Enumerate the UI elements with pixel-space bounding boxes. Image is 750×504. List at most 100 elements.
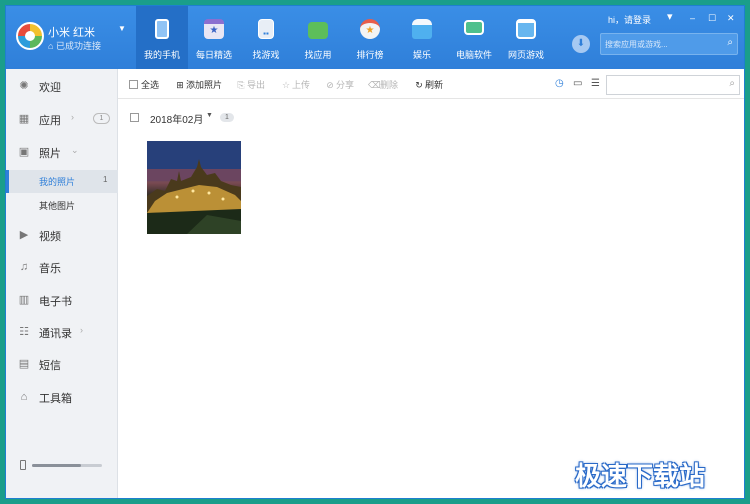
nav-label: 排行榜 xyxy=(356,50,384,60)
monitor-icon xyxy=(464,20,484,35)
close-button[interactable]: ✕ xyxy=(727,13,735,24)
device-name: 小米 红米 xyxy=(48,27,96,39)
search-icon[interactable]: ⌕ xyxy=(729,78,735,89)
folder-icon[interactable]: ▭ xyxy=(573,78,582,89)
nav-label: 找应用 xyxy=(304,50,332,60)
caret-down-icon[interactable]: ▼ xyxy=(206,112,213,119)
sidebar-item-contacts[interactable]: ☷ 通讯录 › xyxy=(6,317,118,347)
minimize-button[interactable]: – xyxy=(690,13,695,23)
share-button[interactable]: ⊘ 分享 xyxy=(324,78,354,91)
list-view-icon[interactable]: ☰ xyxy=(591,78,600,89)
add-photo-button[interactable]: ⊞ 添加照片 xyxy=(174,78,222,91)
sidebar: ✺ 欢迎 ▦ 应用 › 1 ▣ 照片 ⌄ 我的照片 1 其他图片 ▶ 视频 ♫ … xyxy=(6,69,118,498)
sidebar-subitem-label: 其他图片 xyxy=(39,201,76,211)
menu-icon[interactable]: ▾ xyxy=(667,10,673,23)
sidebar-item-apps[interactable]: ▦ 应用 › 1 xyxy=(6,104,118,134)
photo-thumbnail[interactable] xyxy=(147,141,241,234)
nav-my-phone[interactable]: 我的手机 xyxy=(136,6,188,69)
sidebar-item-ebook[interactable]: ▥ 电子书 xyxy=(6,285,118,315)
photo-icon: ▣ xyxy=(18,146,30,158)
photo-search-input[interactable] xyxy=(610,78,718,92)
sidebar-item-welcome[interactable]: ✺ 欢迎 xyxy=(6,71,118,101)
search-icon[interactable]: ⌕ xyxy=(727,37,733,48)
sidebar-item-label: 工具箱 xyxy=(39,393,72,405)
upload-button[interactable]: ☆ 上传 xyxy=(280,78,310,91)
top-bar: 小米 红米 ⌂ 已成功连接 ▼ 我的手机 ★ 每日精选 ▪▪ 找游戏 找应用 ★ xyxy=(6,6,744,69)
login-link[interactable]: hi，请登录 xyxy=(608,13,651,26)
app-window: 小米 红米 ⌂ 已成功连接 ▼ 我的手机 ★ 每日精选 ▪▪ 找游戏 找应用 ★ xyxy=(5,5,745,499)
sidebar-item-label: 通讯录 xyxy=(39,328,72,340)
nav-label: 娱乐 xyxy=(412,50,431,60)
plus-icon: ⊞ xyxy=(176,80,184,90)
calendar-star-icon: ★ xyxy=(204,19,224,39)
device-logo-icon xyxy=(16,22,44,50)
device-switcher[interactable]: 小米 红米 ⌂ 已成功连接 ▼ xyxy=(6,6,136,69)
photo-toolbar: 全选 ⊞添加照片 ⎘导出 ☆上传 ⊘分享 ⌫删除 ↻刷新 ◷ ▭ ☰ xyxy=(118,69,744,99)
star-icon: ☆ xyxy=(281,80,291,90)
nav-daily-picks[interactable]: ★ 每日精选 xyxy=(188,6,240,69)
download-icon[interactable]: ⬇ xyxy=(572,35,590,53)
sidebar-item-label: 视频 xyxy=(39,231,61,243)
slider-track[interactable] xyxy=(32,464,102,467)
sidebar-item-label: 短信 xyxy=(39,360,61,372)
music-icon: ♫ xyxy=(19,261,29,273)
chevron-right-icon: › xyxy=(80,325,83,335)
clock-icon[interactable]: ◷ xyxy=(555,78,564,89)
main-nav: 我的手机 ★ 每日精选 ▪▪ 找游戏 找应用 ★ 排行榜 娱乐 电脑软件 网页游… xyxy=(136,6,552,69)
nav-label: 我的手机 xyxy=(143,50,180,60)
sidebar-item-video[interactable]: ▶ 视频 xyxy=(6,220,118,250)
thumbnail-size-slider[interactable] xyxy=(18,459,113,471)
sidebar-item-sms[interactable]: ▤ 短信 xyxy=(6,349,118,379)
add-photo-label: 添加照片 xyxy=(186,80,223,90)
chevron-down-icon: ⌄ xyxy=(71,145,79,155)
nav-find-games[interactable]: ▪▪ 找游戏 xyxy=(240,6,292,69)
delete-label: 删除 xyxy=(380,80,399,90)
group-checkbox[interactable] xyxy=(130,113,139,122)
nav-label: 每日精选 xyxy=(195,50,232,60)
group-date[interactable]: 2018年02月 xyxy=(150,111,203,126)
export-icon: ⎘ xyxy=(237,80,245,90)
export-button[interactable]: ⎘ 导出 xyxy=(235,78,265,91)
bag-icon xyxy=(308,22,328,39)
maximize-button[interactable]: ☐ xyxy=(708,13,716,24)
select-all-checkbox[interactable]: 全选 xyxy=(129,78,159,91)
share-label: 分享 xyxy=(336,80,355,90)
nav-web-games[interactable]: 网页游戏 xyxy=(500,6,552,69)
nav-label: 电脑软件 xyxy=(455,50,492,60)
ebook-icon: ▥ xyxy=(18,294,30,306)
refresh-icon: ↻ xyxy=(415,80,423,90)
nav-rankings[interactable]: ★ 排行榜 xyxy=(344,6,396,69)
delete-button[interactable]: ⌫删除 xyxy=(368,78,398,91)
trash-icon: ⌫ xyxy=(368,80,381,90)
app-search-input[interactable] xyxy=(605,36,715,52)
castle-night-photo xyxy=(147,141,241,234)
refresh-button[interactable]: ↻ 刷新 xyxy=(413,78,443,91)
phone-icon xyxy=(155,19,169,39)
sidebar-item-toolbox[interactable]: ⌂ 工具箱 xyxy=(6,382,118,412)
sidebar-item-label: 应用 xyxy=(39,115,61,127)
sidebar-item-label: 电子书 xyxy=(39,296,72,308)
nav-entertainment[interactable]: 娱乐 xyxy=(396,6,448,69)
entertainment-icon xyxy=(412,19,432,39)
nav-pc-software[interactable]: 电脑软件 xyxy=(448,6,500,69)
contacts-icon: ☷ xyxy=(19,326,29,338)
sidebar-item-photos[interactable]: ▣ 照片 ⌄ xyxy=(6,137,118,167)
nav-find-apps[interactable]: 找应用 xyxy=(292,6,344,69)
sidebar-item-label: 照片 xyxy=(39,148,61,160)
medal-icon: ★ xyxy=(360,19,380,39)
device-dropdown-icon[interactable]: ▼ xyxy=(118,24,126,33)
connection-status-text: 已成功连接 xyxy=(55,41,101,51)
sidebar-item-label: 音乐 xyxy=(39,263,61,275)
sidebar-item-label: 欢迎 xyxy=(39,82,61,94)
sidebar-subitem-my-photos[interactable]: 我的照片 1 xyxy=(6,170,118,193)
connection-status: ⌂ 已成功连接 xyxy=(48,41,101,51)
gamepad-icon: ▪▪ xyxy=(258,19,274,39)
browser-game-icon xyxy=(516,19,536,39)
sms-icon: ▤ xyxy=(18,358,30,370)
toolbox-icon: ⌂ xyxy=(20,391,28,403)
sidebar-subitem-other-images[interactable]: 其他图片 xyxy=(6,194,118,217)
checkbox[interactable] xyxy=(129,80,138,89)
app-search-box: ⌕ xyxy=(600,33,738,55)
apps-count-badge: 1 xyxy=(93,113,110,124)
sidebar-item-music[interactable]: ♫ 音乐 xyxy=(6,252,118,282)
